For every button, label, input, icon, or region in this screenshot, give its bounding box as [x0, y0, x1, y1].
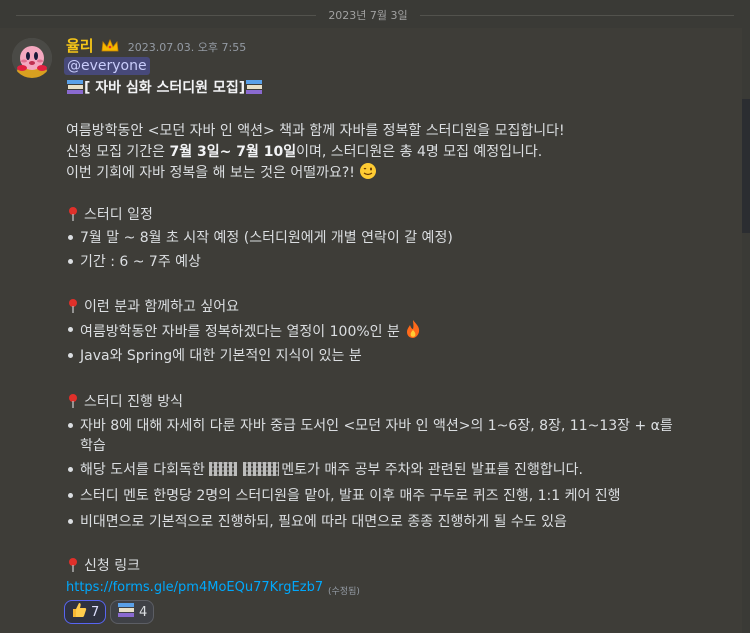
author-name[interactable]: 율리 [66, 37, 94, 55]
divider-line-left [16, 15, 316, 16]
redacted-name-2 [243, 462, 280, 476]
bullet [68, 235, 73, 240]
list-item-text: 멘토가 매주 공부 주차와 관련된 발표를 진행합니다. [281, 462, 583, 478]
intro-line-2: 신청 모집 기간은 7월 3일~ 7월 10일이며, 스터디원은 총 4명 모집… [66, 141, 542, 161]
bullet [68, 519, 73, 524]
section-heading-target: 이런 분과 함께하고 싶어요 [66, 296, 239, 318]
list-item-text: 여름방학동안 자바를 정복하겠다는 열정이 100%인 분 [80, 324, 400, 340]
pushpin-icon [66, 298, 80, 318]
list-item: 비대면으로 기본적으로 진행하되, 필요에 따라 대면으로 종종 진행하게 될 … [80, 514, 567, 530]
date-divider: 2023년 7월 3일 [0, 0, 750, 30]
books-icon [245, 79, 263, 99]
list-item: 해당 도서를 다회독한 멘토가 매주 공부 주차와 관련된 발표를 진행합니다. [80, 459, 583, 479]
wink-icon [359, 162, 377, 184]
list-item: 7월 말 ~ 8월 초 시작 예정 (스터디원에게 개별 연락이 갈 예정) [80, 230, 453, 246]
message-header: 율리 2023.07.03. 오후 7:55 [66, 35, 246, 55]
section-heading-text: 스터디 일정 [84, 207, 153, 223]
bullet [68, 423, 73, 428]
section-heading-method: 스터디 진행 방식 [66, 391, 183, 413]
signup-link[interactable]: https://forms.gle/pm4MoEQu77KrgEzb7 [66, 580, 323, 595]
bullet [68, 493, 73, 498]
reaction-count: 4 [139, 604, 148, 620]
message-title: [ 자바 심화 스터디원 모집] [84, 80, 246, 96]
section-heading-link: 신청 링크 [66, 555, 140, 577]
reaction-count: 7 [91, 604, 100, 620]
list-item: 기간 : 6 ~ 7주 예상 [80, 254, 201, 270]
period-dates: 7월 3일~ 7월 10일 [169, 144, 297, 160]
list-item: Java와 Spring에 대한 기본적인 지식이 있는 분 [80, 348, 362, 364]
pushpin-icon [66, 557, 80, 577]
list-item: 여름방학동안 자바를 정복하겠다는 열정이 100%인 분 [80, 319, 422, 343]
list-item: 자바 8에 대해 자세히 다룬 자바 중급 도서인 <모던 자바 인 액션>의 … [80, 418, 673, 434]
intro-question: 이번 기회에 자바 정복을 해 보는 것은 어떨까요?! [66, 165, 355, 181]
books-icon [66, 79, 84, 99]
intro-line-1: 여름방학동안 <모던 자바 인 액션> 책과 함께 자바를 정복할 스터디원을 … [66, 123, 565, 139]
reaction-thumbs-up[interactable]: 7 [64, 600, 107, 624]
edited-label: (수정됨) [328, 587, 360, 597]
section-heading-text: 스터디 진행 방식 [84, 394, 184, 410]
everyone-mention[interactable]: @everyone [64, 57, 150, 75]
period-prefix: 신청 모집 기간은 [66, 144, 170, 160]
thumbs-up-icon [71, 602, 87, 622]
pushpin-icon [66, 206, 80, 226]
period-suffix: 이며, 스터디원은 총 4명 모집 예정입니다. [296, 144, 543, 160]
section-heading-text: 신청 링크 [84, 558, 140, 574]
bullet [68, 259, 73, 264]
books-icon [117, 602, 135, 622]
divider-line-right [420, 15, 734, 16]
section-heading-schedule: 스터디 일정 [66, 204, 153, 226]
reaction-books[interactable]: 4 [110, 600, 155, 624]
bullet [68, 467, 73, 472]
message: 율리 2023.07.03. 오후 7:55 @everyone [ 자바 심화… [0, 28, 742, 633]
date-divider-label: 2023년 7월 3일 [328, 9, 408, 22]
section-heading-text: 이런 분과 함께하고 싶어요 [84, 299, 240, 315]
list-item-text: 해당 도서를 다회독한 [80, 462, 205, 478]
bullet [68, 327, 73, 332]
author-avatar[interactable] [12, 38, 52, 78]
fire-icon [404, 319, 422, 343]
intro-line-3: 이번 기회에 자바 정복을 해 보는 것은 어떨까요?! [66, 162, 377, 184]
redacted-name-1 [209, 462, 238, 476]
message-title-line: [ 자바 심화 스터디원 모집] [66, 77, 263, 99]
scrollbar-thumb[interactable] [742, 99, 750, 233]
pushpin-icon [66, 393, 80, 413]
message-timestamp[interactable]: 2023.07.03. 오후 7:55 [128, 41, 246, 54]
list-item-continued: 학습 [80, 438, 106, 454]
list-item: 스터디 멘토 한명당 2명의 스터디원을 맡아, 발표 이후 매주 구두로 퀴즈… [80, 488, 621, 504]
bullet [68, 353, 73, 358]
crown-icon [101, 38, 119, 57]
